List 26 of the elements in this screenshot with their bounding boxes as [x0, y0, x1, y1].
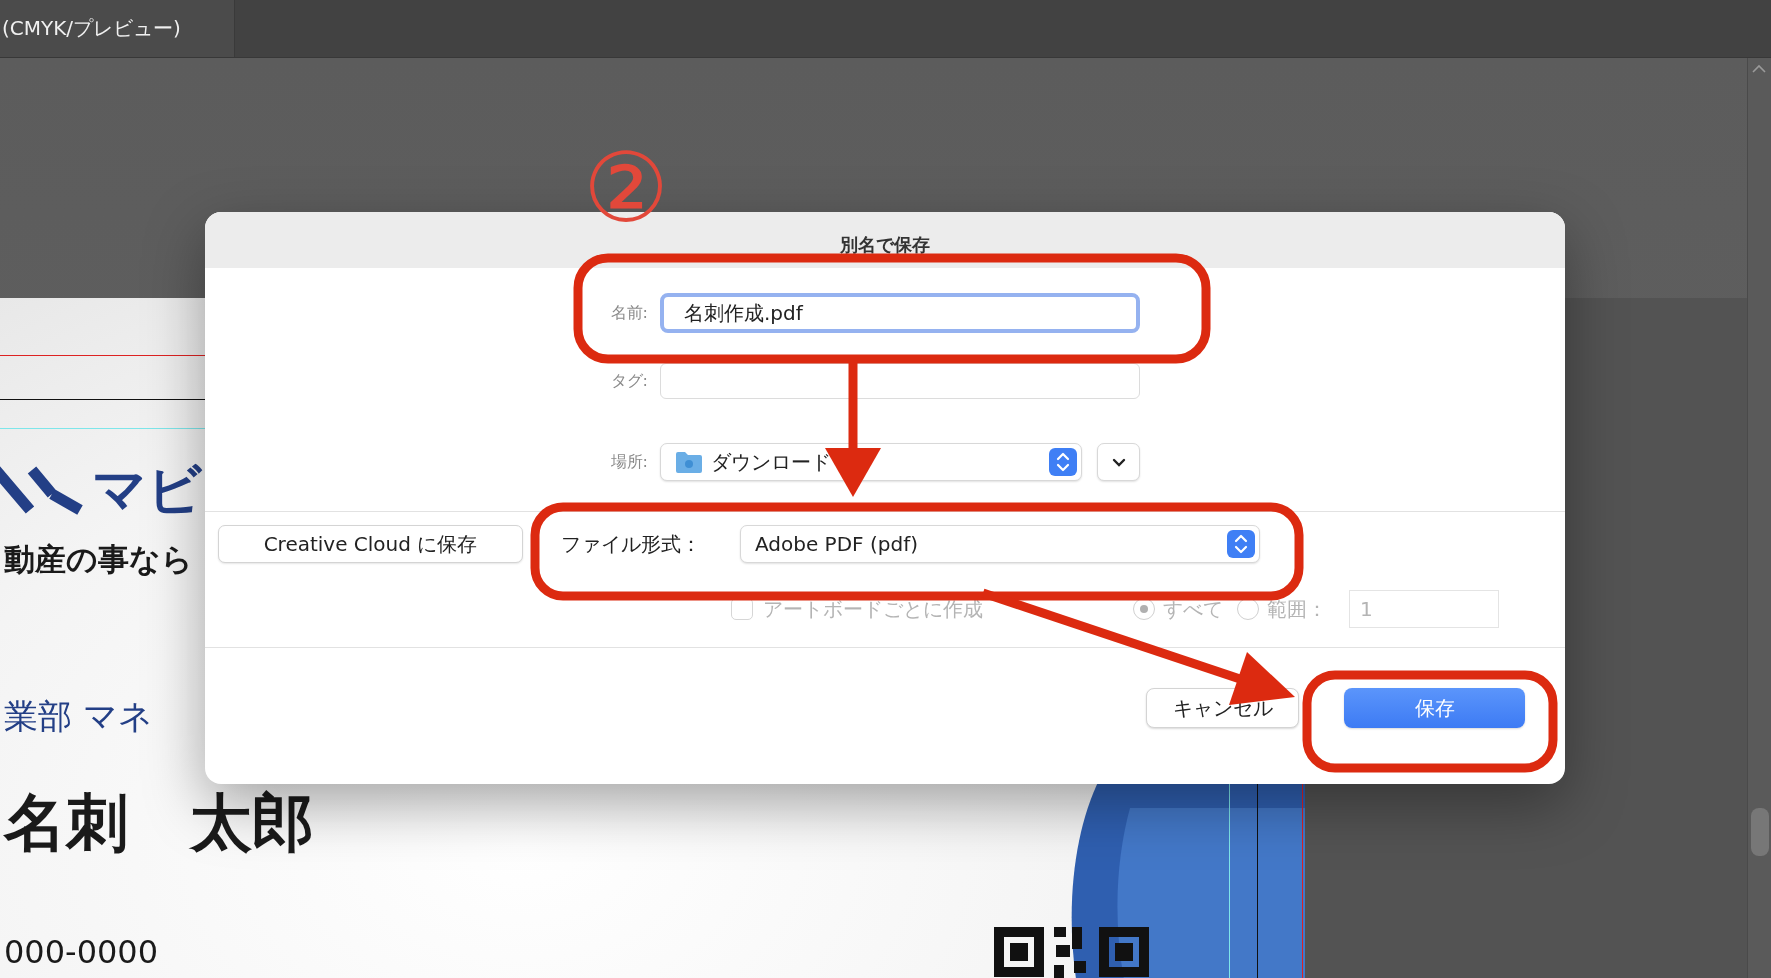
field-label: タグ:	[610, 370, 649, 392]
chevron-up-icon[interactable]	[1752, 64, 1766, 73]
field-label: 名前:	[610, 302, 649, 324]
logo-mark-icon	[0, 464, 86, 516]
name-field[interactable]: 名刺作成.pdf	[660, 293, 1140, 333]
card-phone-text: 000-0000	[4, 933, 159, 972]
folder-icon	[675, 450, 703, 474]
card-person-text: 名刺 太郎	[4, 786, 314, 861]
field-label: 場所:	[610, 451, 649, 473]
radio-label: 範囲：	[1267, 595, 1327, 623]
document-tab[interactable]: (CMYK/プレビュー)	[0, 0, 235, 57]
location-popup[interactable]: ダウンロード	[660, 443, 1082, 481]
creative-cloud-save-button[interactable]: Creative Cloud に保存	[218, 525, 523, 563]
format-label: ファイル形式：	[561, 530, 702, 558]
chevron-down-icon	[1111, 457, 1126, 467]
stepper-icon	[1049, 448, 1077, 476]
scrollbar[interactable]	[1747, 58, 1771, 978]
card-department-text: 業部 マネ	[4, 696, 153, 737]
scroll-thumb[interactable]	[1751, 808, 1769, 856]
checkbox-label: アートボードごとに作成	[763, 595, 984, 623]
format-popup[interactable]: Adobe PDF (pdf)	[740, 525, 1260, 563]
card-logo-text: マビ	[92, 458, 202, 523]
stepper-icon	[1227, 530, 1255, 558]
card-tagline-text: 動産の事なら	[4, 541, 193, 579]
radio-label: すべて	[1163, 595, 1223, 623]
expand-button[interactable]	[1097, 443, 1140, 481]
